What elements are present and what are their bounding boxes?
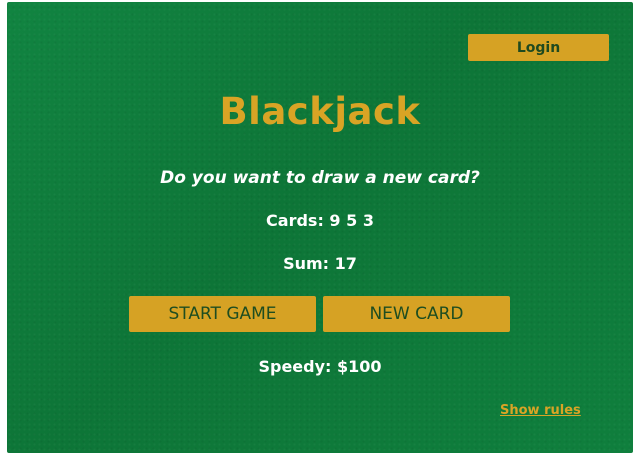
cards-display: Cards: 9 5 3 [266, 211, 374, 230]
show-rules-link[interactable]: Show rules [500, 403, 581, 418]
game-title: Blackjack [219, 90, 421, 133]
player-balance: Speedy: $100 [258, 357, 382, 376]
start-game-button[interactable]: START GAME [129, 296, 316, 332]
sum-display: Sum: 17 [283, 254, 357, 273]
new-card-button[interactable]: NEW CARD [323, 296, 510, 332]
game-table: Login Blackjack Do you want to draw a ne… [7, 2, 633, 453]
login-button[interactable]: Login [468, 34, 609, 61]
game-message: Do you want to draw a new card? [160, 168, 480, 188]
